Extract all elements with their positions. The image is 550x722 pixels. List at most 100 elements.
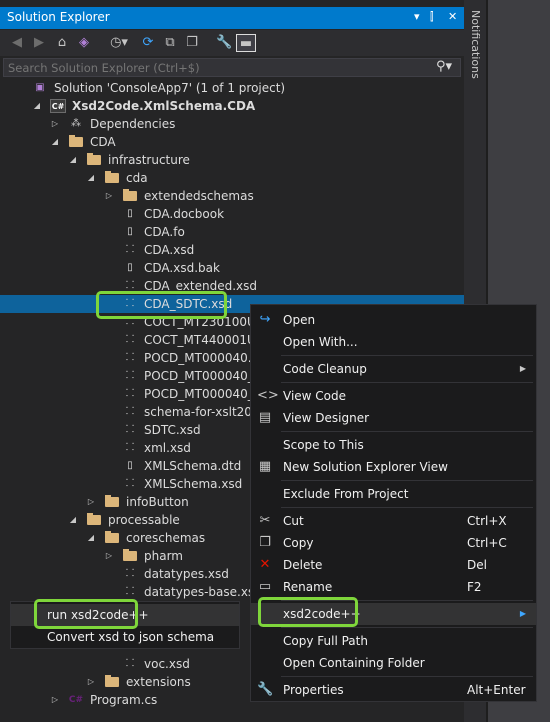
tree-item[interactable]: ▣ Solution 'ConsoleApp7' (1 of 1 project): [0, 79, 464, 97]
tree-item[interactable]: ▯ CDA.docbook: [0, 205, 464, 223]
tree-item-label: Dependencies: [90, 117, 176, 131]
tree-item[interactable]: ▷ extendedschemas: [0, 187, 464, 205]
back-icon[interactable]: ◀: [10, 34, 24, 52]
file-icon: ▯: [127, 226, 133, 237]
notifications-tab[interactable]: Notifications: [468, 10, 482, 79]
tree-item-label: XMLSchema.dtd: [144, 459, 242, 473]
menu-item-label: Scope to This: [283, 438, 364, 452]
expanded-arrow-icon[interactable]: ◢: [32, 97, 42, 115]
menu-item-view-designer[interactable]: ▤ View Designer: [251, 407, 536, 429]
copy-icon[interactable]: ❐: [184, 34, 200, 52]
menu-item-properties[interactable]: 🔧 Properties Alt+Enter: [251, 679, 536, 701]
tree-item-label: CDA.xsd: [144, 243, 195, 257]
tree-item-label: XMLSchema.xsd: [144, 477, 243, 491]
tree-item[interactable]: ▯ CDA.xsd.bak: [0, 259, 464, 277]
menu-separator: [281, 382, 533, 383]
highlight-selected-file: [96, 291, 227, 319]
submenu-item-label: Convert xsd to json schema: [47, 630, 215, 644]
forward-icon[interactable]: ▶: [32, 34, 46, 52]
menu-item-exclude-from-project[interactable]: Exclude From Project: [251, 483, 536, 505]
menu-item-open-containing-folder[interactable]: Open Containing Folder: [251, 652, 536, 674]
panel-titlebar: Solution Explorer ▾ ⫿ ✕: [0, 7, 464, 29]
tree-item[interactable]: ◢ infrastructure: [0, 151, 464, 169]
history-icon[interactable]: ◷▾: [108, 34, 130, 52]
menu-item-label: View Code: [283, 389, 347, 403]
xsd-icon: ⸬: [125, 568, 135, 579]
tree-item-label: coreschemas: [126, 531, 206, 545]
tree-item-label: CDA.xsd.bak: [144, 261, 220, 275]
home-icon[interactable]: ⌂: [54, 34, 70, 52]
collapsed-arrow-icon[interactable]: ▷: [50, 691, 60, 709]
pin-icon[interactable]: ⫿: [430, 10, 434, 24]
file-icon: ▯: [127, 460, 133, 471]
search-icon[interactable]: ⚲▾: [436, 59, 452, 74]
collapsed-arrow-icon[interactable]: ▷: [86, 493, 96, 511]
menu-shortcut: F2: [467, 580, 482, 594]
tree-item[interactable]: ⸬ CDA_extended.xsd: [0, 277, 464, 295]
menu-separator: [281, 431, 533, 432]
tree-item[interactable]: ◢ cda: [0, 169, 464, 187]
expanded-arrow-icon[interactable]: ◢: [86, 529, 96, 547]
tree-item[interactable]: ◢ CDA: [0, 133, 464, 151]
menu-item-cut[interactable]: ✂ Cut Ctrl+X: [251, 510, 536, 532]
vs-icon[interactable]: ◈: [76, 34, 92, 52]
menu-item-label: Open: [283, 313, 316, 327]
menu-item-new-solution-explorer-view[interactable]: ▦ New Solution Explorer View: [251, 456, 536, 478]
menu-item-rename[interactable]: ▭ Rename F2: [251, 576, 536, 598]
expanded-arrow-icon[interactable]: ◢: [86, 169, 96, 187]
close-icon[interactable]: ✕: [448, 10, 457, 23]
collapsed-arrow-icon[interactable]: ▷: [50, 115, 60, 133]
wrench-icon[interactable]: 🔧: [216, 34, 232, 52]
preview-icon[interactable]: ▬: [236, 34, 256, 52]
menu-item-open-with[interactable]: Open With...: [251, 331, 536, 353]
tree-item-label: voc.xsd: [144, 657, 190, 671]
code-icon: <>: [257, 388, 279, 403]
toolbar: ◀ ▶ ⌂ ◈ ◷▾ ⟳ ⧉ ❐ 🔧 ▬: [0, 30, 464, 56]
folder-icon: [122, 549, 138, 563]
menu-item-label: Open With...: [283, 335, 358, 349]
xsd-icon: ⸬: [125, 442, 135, 453]
collapsed-arrow-icon[interactable]: ▷: [104, 547, 114, 565]
menu-item-code-cleanup[interactable]: Code Cleanup ▶: [251, 358, 536, 380]
menu-item-scope-to-this[interactable]: Scope to This: [251, 434, 536, 456]
collapsed-arrow-icon[interactable]: ▷: [104, 187, 114, 205]
collapse-icon[interactable]: ⧉: [162, 34, 178, 52]
xsd-icon: ⸬: [125, 352, 135, 363]
expanded-arrow-icon[interactable]: ◢: [50, 133, 60, 151]
highlight-xsd2code-menu: [258, 597, 358, 627]
expanded-arrow-icon[interactable]: ◢: [68, 511, 78, 529]
menu-item-label: Properties: [283, 683, 344, 697]
context-menu: ↪ Open Open With... Code Cleanup ▶ <> View Cod…: [250, 304, 537, 702]
menu-item-label: Open Containing Folder: [283, 656, 425, 670]
collapsed-arrow-icon[interactable]: ▷: [86, 673, 96, 691]
menu-item-view-code[interactable]: <> View Code: [251, 385, 536, 407]
search-input[interactable]: [8, 60, 428, 75]
menu-item-open[interactable]: ↪ Open: [251, 309, 536, 331]
menu-item-copy-full-path[interactable]: Copy Full Path: [251, 630, 536, 652]
menu-separator: [281, 355, 533, 356]
rename-icon: ▭: [258, 579, 272, 594]
cut-icon: ✂: [259, 513, 271, 528]
xsd-icon: ⸬: [125, 370, 135, 381]
expanded-arrow-icon[interactable]: ◢: [68, 151, 78, 169]
menu-item-delete[interactable]: ✕ Delete Del: [251, 554, 536, 576]
folder-icon: [86, 153, 102, 167]
search-box[interactable]: ⚲▾: [3, 58, 461, 77]
menu-item-copy[interactable]: ❐ Copy Ctrl+C: [251, 532, 536, 554]
xsd-icon: ⸬: [125, 586, 135, 597]
dropdown-icon[interactable]: ▾: [414, 10, 420, 23]
tree-item[interactable]: ▷ ⁂ Dependencies: [0, 115, 464, 133]
tree-item[interactable]: ◢ C# Xsd2Code.XmlSchema.CDA: [0, 97, 464, 115]
sync-icon[interactable]: ⟳: [140, 34, 156, 52]
solution-icon: ▣: [35, 82, 45, 93]
panel-title: Solution Explorer: [7, 10, 110, 24]
tree-item-label: CDA: [90, 135, 116, 149]
convert-xsd-json-item[interactable]: Convert xsd to json schema: [11, 626, 239, 648]
folder-icon: [104, 495, 120, 509]
tree-item[interactable]: ⸬ CDA.xsd: [0, 241, 464, 259]
menu-separator: [281, 480, 533, 481]
tree-item-label: datatypes-base.xsd: [144, 585, 262, 599]
open-icon: ↪: [259, 312, 271, 327]
xsd-icon: ⸬: [125, 658, 135, 669]
tree-item[interactable]: ▯ CDA.fo: [0, 223, 464, 241]
